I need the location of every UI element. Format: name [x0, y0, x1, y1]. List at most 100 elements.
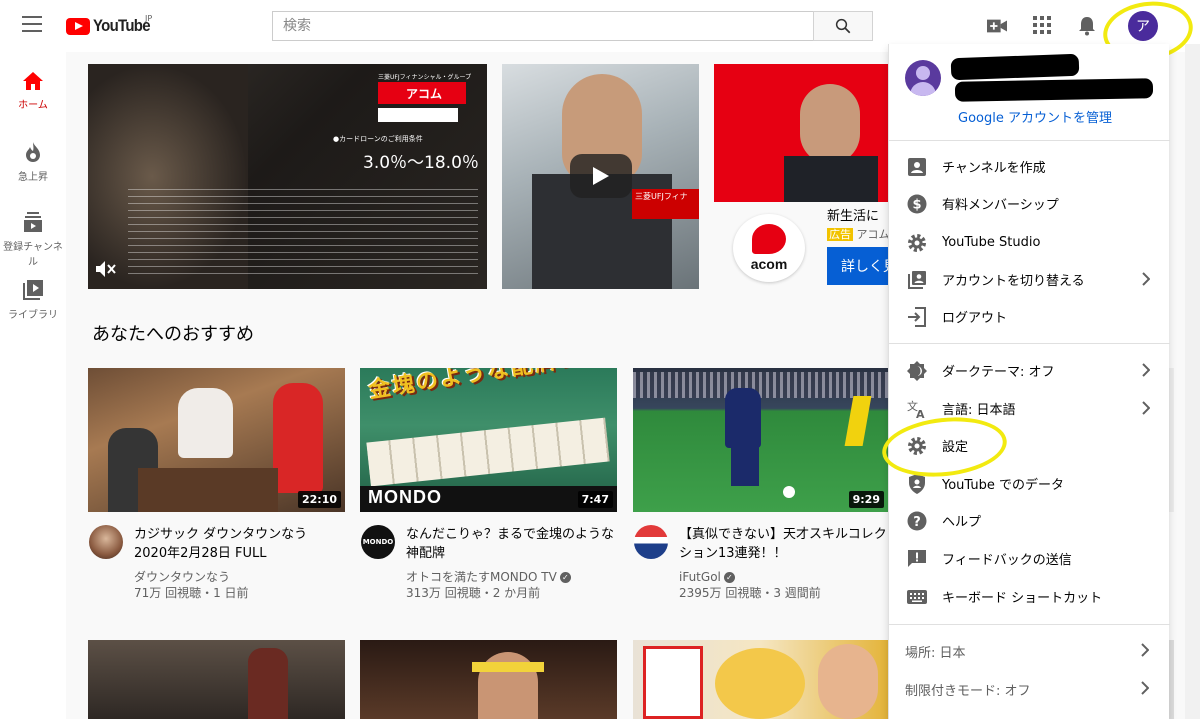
channel-avatar[interactable]: MONDO [361, 525, 395, 559]
dollar-icon: $ [905, 192, 929, 216]
guide-item-label: ホーム [18, 100, 48, 111]
guide-item-trending[interactable]: 急上昇 [0, 142, 66, 183]
help-icon: ? [905, 509, 929, 533]
trending-icon [26, 142, 40, 162]
thumb-fried-rice [715, 648, 805, 719]
video-thumbnail[interactable]: 金塊のような配牌!! MONDO 7:47 [360, 368, 617, 512]
ad-cta-label: 詳しく見 [841, 259, 888, 275]
menu-item-keyboard-shortcuts[interactable]: キーボード ショートカット [889, 578, 1170, 615]
guide-item-label: 登録チャンネル [3, 242, 63, 268]
menu-item-language[interactable]: 文A 言語: 日本語 [889, 390, 1170, 427]
channel-name-row: オトコを満たすMONDO TV ✓ [406, 569, 616, 585]
subscriptions-icon [24, 212, 42, 232]
menu-divider [889, 140, 1170, 141]
menu-item-label: アカウントを切り替える [942, 274, 1085, 289]
menu-divider [889, 624, 1170, 625]
menu-item-label: 設定 [942, 440, 969, 455]
search-box [272, 11, 873, 41]
keyboard-icon [905, 585, 929, 609]
library-icon [23, 280, 43, 300]
menu-item-dark-theme[interactable]: ダークテーマ: オフ [889, 352, 1170, 389]
youtube-logo[interactable]: YouTube JP [66, 14, 158, 36]
video-thumbnail[interactable]: 9:29 [633, 368, 888, 512]
youtube-play-icon [66, 17, 90, 35]
play-icon [593, 167, 609, 185]
video-thumbnail[interactable] [88, 640, 345, 719]
ad-brand-top: 三菱UFJフィナンシャル・グループ [378, 74, 472, 81]
menu-item-switch-account[interactable]: アカウントを切り替える [889, 261, 1170, 298]
menu-item-youtube-studio[interactable]: YouTube Studio [889, 224, 1170, 261]
bell-icon[interactable] [1078, 16, 1096, 36]
mini-guide: ホーム 急上昇 登録チャンネル ライブラリ [0, 52, 66, 719]
thumb-headband [472, 662, 544, 672]
menu-item-restricted-mode[interactable]: 制限付きモード: オフ [905, 680, 1155, 699]
play-button[interactable] [570, 154, 632, 198]
avatar-body [910, 82, 936, 96]
menu-item-create-channel[interactable]: チャンネルを作成 [889, 148, 1170, 185]
duration-badge: 7:47 [577, 491, 613, 508]
guide-menu-button[interactable] [22, 16, 42, 32]
thumb-crowd [633, 372, 888, 398]
channel-avatar[interactable] [89, 525, 123, 559]
create-video-icon[interactable] [986, 16, 1008, 36]
switch-account-icon [905, 268, 929, 292]
account-avatar-button[interactable]: ア [1128, 11, 1158, 41]
menu-item-help[interactable]: ? ヘルプ [889, 502, 1170, 539]
guide-item-subscriptions[interactable]: 登録チャンネル [0, 212, 66, 268]
menu-item-label: キーボード ショートカット [942, 591, 1103, 606]
video-title[interactable]: 【真似できない】天才スキルコレクション13連発！！ [679, 525, 889, 563]
menu-item-settings[interactable]: 設定 [889, 427, 1170, 464]
thumb-person-white [178, 388, 233, 458]
ad-cta-button[interactable]: 詳しく見 [827, 247, 888, 285]
translate-icon: 文A [905, 397, 929, 421]
channel-name[interactable]: iFutGol [679, 570, 721, 584]
thumb-tiles [366, 417, 610, 487]
ad-video-player[interactable]: 三菱UFJフィナンシャル・グループ アコム ●カードローンのご利用条件 3.0％… [88, 64, 487, 289]
redacted-account-email [954, 78, 1154, 102]
video-title[interactable]: なんだこりゃ？まるで金塊のような神配牌 [406, 525, 616, 563]
search-input[interactable] [272, 11, 813, 41]
video-thumbnail[interactable]: 22:10 [88, 368, 345, 512]
video-thumbnail[interactable] [633, 640, 888, 719]
account-box-icon [905, 155, 929, 179]
menu-item-label: ヘルプ [942, 515, 982, 530]
search-icon [835, 18, 851, 34]
page-scrollbar[interactable] [1185, 44, 1200, 719]
search-button[interactable] [813, 11, 873, 41]
verified-icon: ✓ [723, 572, 735, 583]
channel-name[interactable]: ダウンタウンなう [134, 569, 344, 585]
section-title: あなたへのおすすめ [92, 324, 254, 345]
ad-channel: アコム [856, 228, 889, 241]
svg-text:A: A [916, 408, 925, 419]
video-title[interactable]: カジサック ダウンタウンなう 2020年2月28日 FULL [134, 525, 344, 563]
menu-item-label: ログアウト [942, 311, 1008, 326]
thumb-title-text: 金塊のような配牌!! [366, 368, 585, 404]
acom-logo-text: acom [750, 256, 788, 272]
video-meta: 71万 回視聴・1 日前 [134, 586, 249, 600]
ad-side-image[interactable] [714, 64, 888, 202]
guide-item-home[interactable]: ホーム [0, 72, 66, 111]
menu-item-paid-memberships[interactable]: $ 有料メンバーシップ [889, 185, 1170, 222]
menu-item-logout[interactable]: ログアウト [889, 298, 1170, 335]
guide-item-library[interactable]: ライブラリ [0, 280, 66, 321]
channel-avatar[interactable] [634, 525, 668, 559]
channel-avatar-text: MONDO [362, 538, 394, 546]
ad-rate-value: 3.0％〜18.0％ [363, 153, 479, 173]
thumb-player-shorts [731, 446, 759, 486]
video-thumbnail[interactable] [360, 640, 617, 719]
mute-icon[interactable] [96, 260, 116, 278]
menu-item-feedback[interactable]: フィードバックの送信 [889, 540, 1170, 577]
thumb-cup-noodle [643, 646, 703, 719]
apps-grid-icon[interactable] [1033, 16, 1051, 34]
manage-google-account-link[interactable]: Google アカウントを管理 [958, 107, 1112, 126]
acom-logo[interactable]: acom [733, 214, 805, 282]
ad-thumbnail-man[interactable]: 三菱UFJフィナ [502, 64, 699, 289]
menu-item-location[interactable]: 場所: 日本 [905, 642, 1155, 661]
avatar-letter: ア [1136, 19, 1150, 35]
ad-caption: 新生活に [827, 209, 880, 224]
ad-side-suit [784, 156, 878, 202]
menu-item-your-data[interactable]: YouTube でのデータ [889, 465, 1170, 502]
menu-item-label: 有料メンバーシップ [942, 198, 1059, 213]
channel-name[interactable]: オトコを満たすMONDO TV [406, 570, 557, 584]
ad-brand-name: アコム [406, 86, 443, 101]
